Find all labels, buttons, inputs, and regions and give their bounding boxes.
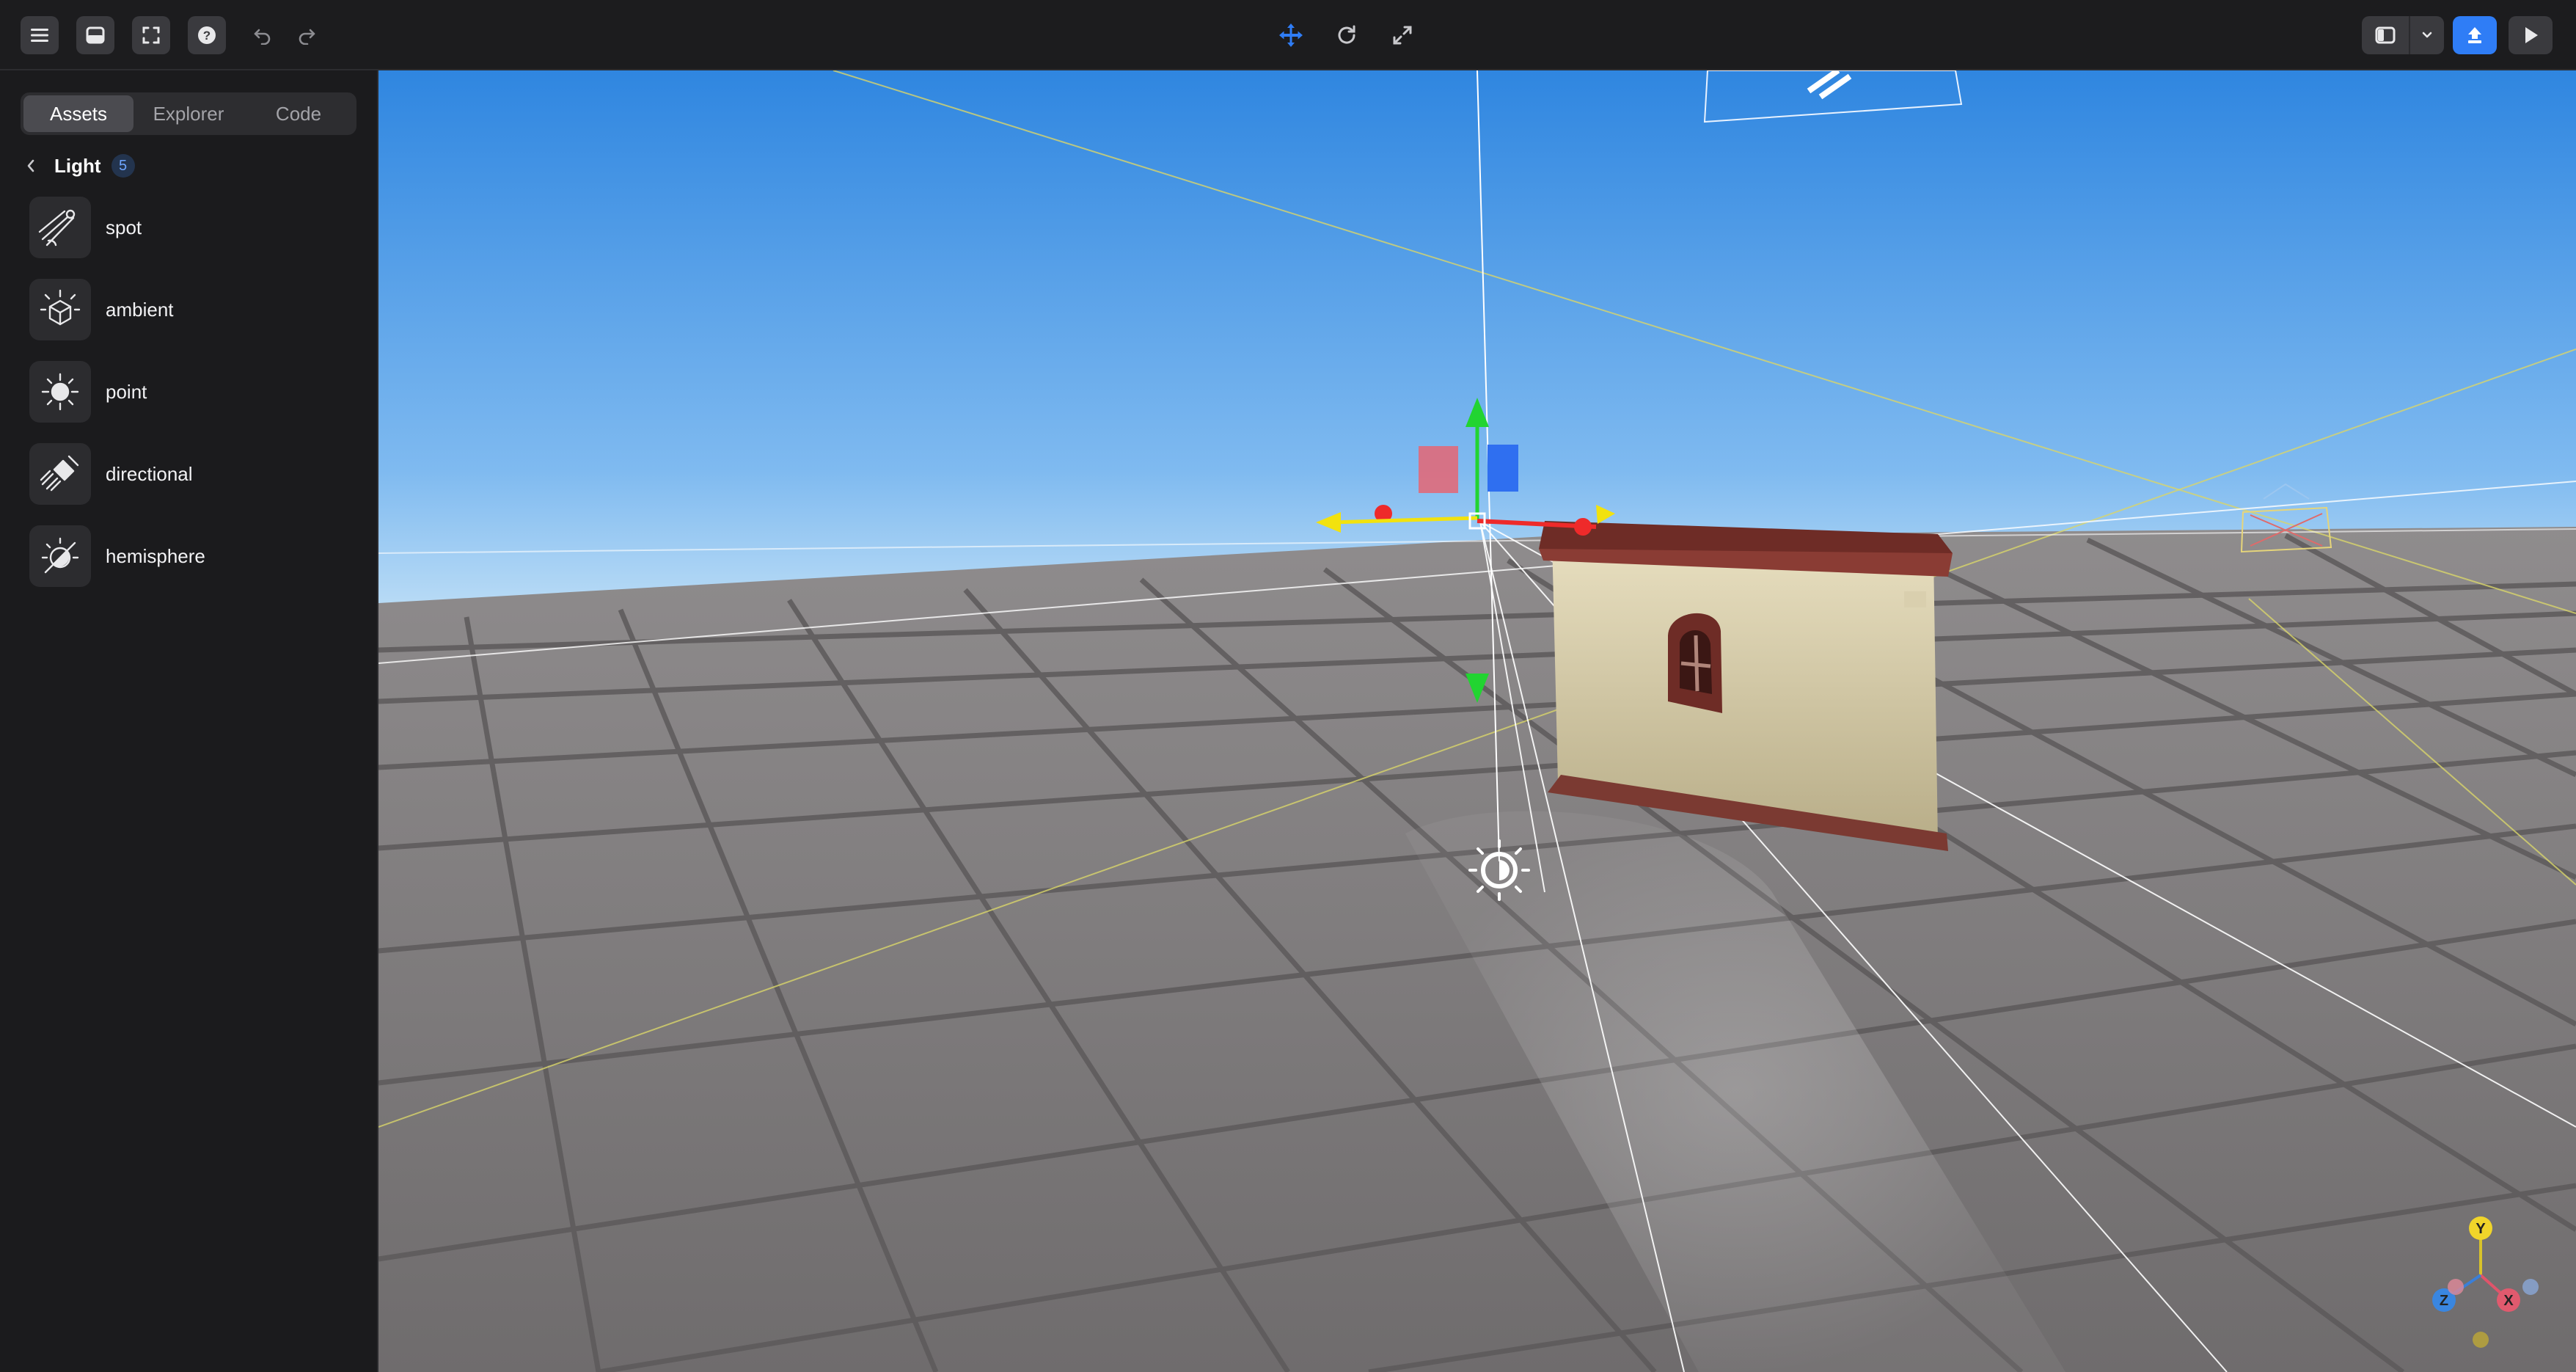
asset-label: ambient bbox=[106, 298, 174, 321]
publish-button[interactable] bbox=[2453, 16, 2497, 54]
asset-item-ambient[interactable]: ambient bbox=[29, 279, 352, 340]
play-icon bbox=[2525, 27, 2538, 43]
spot-light-icon bbox=[29, 197, 91, 258]
fullscreen-icon bbox=[142, 26, 160, 44]
layout-button[interactable] bbox=[2362, 16, 2410, 54]
asset-item-directional[interactable]: directional bbox=[29, 443, 352, 505]
rotate-tool-button[interactable] bbox=[1328, 16, 1366, 54]
help-button[interactable]: ? bbox=[188, 16, 226, 54]
redo-button[interactable] bbox=[288, 16, 326, 54]
asset-label: hemisphere bbox=[106, 544, 205, 567]
tab-assets[interactable]: Assets bbox=[23, 95, 133, 132]
gizmo-plane-zy[interactable] bbox=[1488, 445, 1518, 492]
breadcrumb: Light 5 bbox=[21, 151, 135, 180]
chevron-left-icon bbox=[27, 159, 34, 172]
point-light-icon bbox=[29, 361, 91, 423]
asset-item-hemisphere[interactable]: hemisphere bbox=[29, 525, 352, 587]
axis-y-label: Y bbox=[2476, 1221, 2486, 1237]
directional-light-icon bbox=[29, 443, 91, 505]
move-tool-button[interactable] bbox=[1272, 16, 1310, 54]
sidebar-tabs: Assets Explorer Code bbox=[21, 92, 356, 135]
gizmo-plane-xy[interactable] bbox=[1419, 446, 1458, 493]
rotate-icon bbox=[1338, 25, 1355, 44]
svg-text:?: ? bbox=[203, 29, 211, 43]
axis-z-label: Z bbox=[2440, 1293, 2448, 1309]
move-icon bbox=[1279, 23, 1303, 47]
chevron-down-icon bbox=[2422, 32, 2432, 38]
back-button[interactable] bbox=[21, 156, 41, 176]
upload-icon bbox=[2468, 27, 2481, 43]
asset-item-point[interactable]: point bbox=[29, 361, 352, 423]
help-icon: ? bbox=[198, 26, 216, 44]
layout-icon bbox=[2375, 26, 2396, 44]
undo-icon bbox=[254, 29, 271, 45]
asset-label: directional bbox=[106, 462, 193, 485]
fullscreen-button[interactable] bbox=[132, 16, 170, 54]
inbox-icon bbox=[86, 26, 105, 44]
tab-code[interactable]: Code bbox=[244, 95, 354, 132]
scene-viewport[interactable]: Y X Z bbox=[378, 70, 2576, 1372]
redo-icon bbox=[299, 29, 315, 45]
undo-button[interactable] bbox=[244, 16, 282, 54]
gizmo-x-handle[interactable] bbox=[1574, 518, 1592, 536]
menu-icon bbox=[31, 29, 48, 42]
play-button[interactable] bbox=[2509, 16, 2553, 54]
asset-item-spot[interactable]: spot bbox=[29, 197, 352, 258]
asset-label: point bbox=[106, 380, 147, 403]
hemisphere-light-icon bbox=[29, 525, 91, 587]
layout-dropdown-button[interactable] bbox=[2410, 16, 2444, 54]
ambient-light-icon bbox=[29, 279, 91, 340]
category-count-badge: 5 bbox=[111, 154, 135, 178]
inbox-button[interactable] bbox=[76, 16, 114, 54]
axis-x-label: X bbox=[2503, 1293, 2514, 1309]
scale-icon bbox=[1393, 26, 1412, 45]
scale-tool-button[interactable] bbox=[1383, 16, 1421, 54]
scene-canvas[interactable]: Y X Z bbox=[378, 70, 2576, 1372]
assets-sidebar: Assets Explorer Code Light 5 spot ambien… bbox=[0, 70, 378, 1372]
tab-explorer[interactable]: Explorer bbox=[133, 95, 244, 132]
layout-toggle[interactable] bbox=[2362, 16, 2444, 54]
asset-list: spot ambient point directional hemispher… bbox=[29, 197, 352, 607]
menu-button[interactable] bbox=[21, 16, 59, 54]
top-toolbar: ? bbox=[0, 0, 2576, 70]
category-title: Light bbox=[54, 154, 101, 177]
asset-label: spot bbox=[106, 216, 142, 238]
